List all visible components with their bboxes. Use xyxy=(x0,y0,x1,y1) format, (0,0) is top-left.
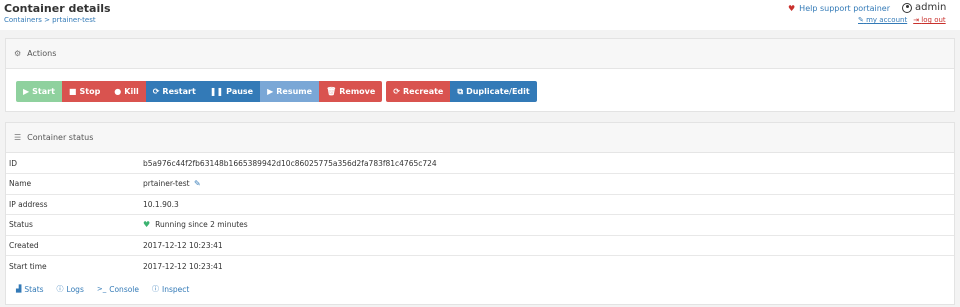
my-account-label: my account xyxy=(866,16,908,24)
status-title: Container status xyxy=(27,133,94,142)
duplicate-edit-label: Duplicate/Edit xyxy=(466,87,530,96)
duplicate-edit-button[interactable]: ⧉ Duplicate/Edit xyxy=(450,81,537,102)
breadcrumb[interactable]: Containers > prtainer-test xyxy=(4,16,96,24)
table-row: ID b5a976c44f2fb63148b1665389942d10c8602… xyxy=(6,153,954,174)
console-link[interactable]: >_ Console xyxy=(97,284,139,294)
row-label: Created xyxy=(6,234,143,256)
container-links: ▟ Stats ⓘ Logs >_ Console ⓘ Inspect xyxy=(16,284,189,294)
actions-panel: ⚙ Actions ▶ Start ■ Stop ● Kill ⟳ Restart ❚❚… xyxy=(5,38,955,112)
copy-icon: ⧉ xyxy=(457,86,464,96)
table-row: Status ♥ Running since 2 minutes xyxy=(6,214,954,235)
table-row: Name prtainer-test ✎ xyxy=(6,173,954,194)
stats-label: Stats xyxy=(24,284,44,294)
container-status-panel: ☰ Container status ID b5a976c44f2fb63148… xyxy=(5,122,955,305)
remove-label: Remove xyxy=(339,87,376,96)
row-label: IP address xyxy=(6,193,143,215)
pause-button[interactable]: ❚❚ Pause xyxy=(202,81,261,102)
recreate-button-group: ⟳ Recreate ⧉ Duplicate/Edit xyxy=(386,81,537,102)
logs-link[interactable]: ⓘ Logs xyxy=(57,284,84,294)
container-status-cell: ♥ Running since 2 minutes xyxy=(143,214,954,235)
user-menu: admin xyxy=(902,2,946,13)
page-header: Container details Containers > prtainer-… xyxy=(0,0,960,30)
actions-title: Actions xyxy=(27,49,57,58)
ip-address: 10.1.90.3 xyxy=(143,193,954,215)
status-panel-header: ☰ Container status xyxy=(6,123,954,153)
pause-label: Pause xyxy=(226,87,254,96)
actions-panel-header: ⚙ Actions xyxy=(6,39,954,69)
log-out-label: log out xyxy=(921,16,946,24)
refresh-icon: ⟳ xyxy=(152,87,160,96)
console-label: Console xyxy=(109,284,140,294)
pause-icon: ❚❚ xyxy=(209,87,224,96)
container-name-cell: prtainer-test ✎ xyxy=(143,173,954,194)
resume-button[interactable]: ▶ Resume xyxy=(260,81,320,102)
info-circle-icon: ⓘ xyxy=(152,285,160,293)
heartbeat-icon: ♥ xyxy=(143,220,151,230)
heart-icon: ♥ xyxy=(788,4,796,13)
refresh-icon: ⟳ xyxy=(393,87,400,96)
cogs-icon: ⚙ xyxy=(14,49,22,58)
wrench-icon: ✎ xyxy=(858,16,864,24)
account-links: ✎ my account ⇥ log out xyxy=(858,16,946,24)
trash-icon: 🗑 xyxy=(326,87,337,96)
table-row: IP address 10.1.90.3 xyxy=(6,193,954,215)
start-label: Start xyxy=(32,87,55,96)
user-icon xyxy=(902,2,912,13)
info-circle-icon: ⓘ xyxy=(56,285,64,293)
inspect-link[interactable]: ⓘ Inspect xyxy=(152,284,189,294)
terminal-icon: >_ xyxy=(96,285,107,293)
edit-icon[interactable]: ✎ xyxy=(194,179,201,188)
stop-label: Stop xyxy=(79,87,101,96)
table-row: Created 2017-12-12 10:23:41 xyxy=(6,234,954,256)
start-button[interactable]: ▶ Start xyxy=(16,81,62,102)
lifecycle-button-group: ▶ Start ■ Stop ● Kill ⟳ Restart ❚❚ Pause ▶ Res… xyxy=(16,81,383,102)
play-icon: ▶ xyxy=(23,87,30,96)
row-label: ID xyxy=(9,158,17,168)
inspect-label: Inspect xyxy=(162,284,190,294)
play-icon: ▶ xyxy=(267,87,274,96)
status-table: ID b5a976c44f2fb63148b1665389942d10c8602… xyxy=(6,153,954,276)
row-label: Name xyxy=(6,173,143,194)
container-status: Running since 2 minutes xyxy=(155,220,248,230)
table-row: Start time 2017-12-12 10:23:41 xyxy=(6,255,954,276)
kill-button[interactable]: ● Kill xyxy=(107,81,146,102)
restart-label: Restart xyxy=(162,87,196,96)
container-id: b5a976c44f2fb63148b1665389942d10c8602577… xyxy=(143,158,437,168)
page-title: Container details xyxy=(4,2,111,15)
created-time: 2017-12-12 10:23:41 xyxy=(143,234,954,256)
kill-label: Kill xyxy=(124,87,139,96)
remove-button[interactable]: 🗑 Remove xyxy=(319,81,383,102)
stop-button[interactable]: ■ Stop xyxy=(61,81,108,102)
sign-out-icon: ⇥ xyxy=(913,16,920,24)
stop-icon: ■ xyxy=(68,87,77,96)
recreate-button[interactable]: ⟳ Recreate xyxy=(386,81,451,102)
list-icon: ☰ xyxy=(14,133,22,142)
stats-link[interactable]: ▟ Stats xyxy=(16,284,44,294)
restart-button[interactable]: ⟳ Restart xyxy=(145,81,203,102)
row-label: Status xyxy=(6,214,143,235)
area-chart-icon: ▟ xyxy=(16,285,22,293)
container-name: prtainer-test xyxy=(143,179,190,189)
help-support-link[interactable]: ♥ Help support portainer xyxy=(788,4,890,13)
logs-label: Logs xyxy=(66,284,84,294)
my-account-link[interactable]: ✎ my account xyxy=(858,16,907,24)
row-label: Start time xyxy=(6,255,143,276)
username: admin xyxy=(915,2,947,13)
action-buttons: ▶ Start ■ Stop ● Kill ⟳ Restart ❚❚ Pause ▶ Res… xyxy=(16,81,537,102)
recreate-label: Recreate xyxy=(403,87,444,96)
start-time: 2017-12-12 10:23:41 xyxy=(143,255,954,276)
resume-label: Resume xyxy=(276,87,313,96)
log-out-link[interactable]: ⇥ log out xyxy=(913,16,945,24)
bomb-icon: ● xyxy=(114,87,122,96)
help-support-label: Help support portainer xyxy=(799,4,891,13)
